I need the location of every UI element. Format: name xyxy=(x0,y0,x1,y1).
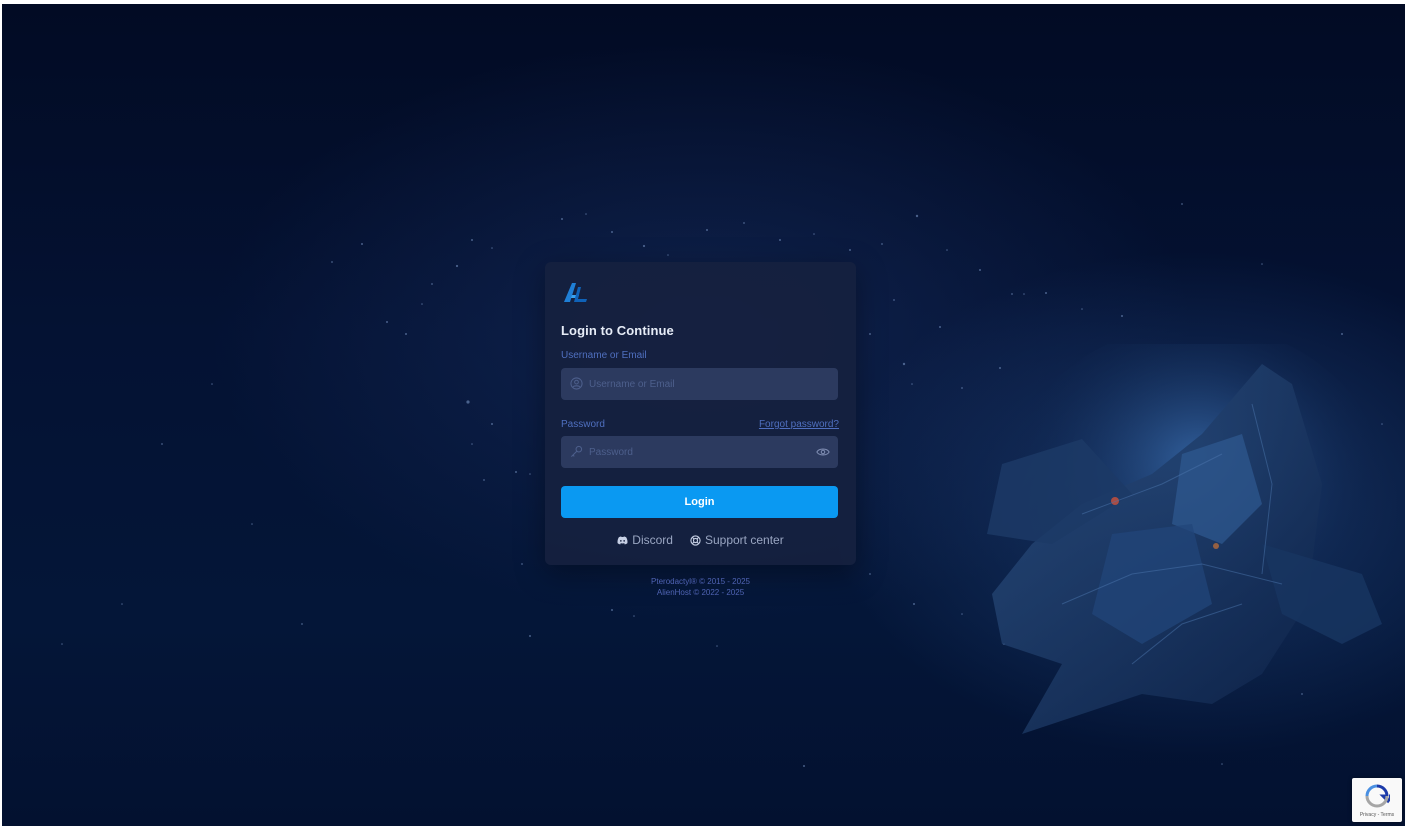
password-label: Password xyxy=(561,419,605,430)
discord-label: Discord xyxy=(632,533,673,547)
password-input[interactable] xyxy=(589,436,819,468)
lifebuoy-icon xyxy=(690,534,701,546)
key-icon xyxy=(571,445,583,457)
support-label: Support center xyxy=(704,533,784,547)
forgot-password-link[interactable]: Forgot password? xyxy=(759,419,839,430)
pterodactyl-copyright: Pterodactyl® © 2015 - 2025 xyxy=(651,577,750,586)
discord-icon xyxy=(617,535,628,544)
spaceship-illustration xyxy=(962,324,1392,744)
support-center-link[interactable]: Support center xyxy=(690,533,784,547)
username-field[interactable] xyxy=(561,368,838,400)
login-card: Login to Continue Username or Email Pass… xyxy=(545,262,856,565)
help-links: Discord Support center xyxy=(545,533,856,547)
username-label: Username or Email xyxy=(561,350,647,361)
recaptcha-badge[interactable]: Privacy - Terms xyxy=(1352,778,1402,822)
copyright-footer: Pterodactyl® © 2015 - 2025 AlienHost © 2… xyxy=(545,576,856,598)
eye-icon[interactable] xyxy=(816,446,830,458)
user-circle-icon xyxy=(570,377,583,390)
alienhost-logo xyxy=(564,283,587,302)
discord-link[interactable]: Discord xyxy=(617,533,673,547)
alienhost-copyright: AlienHost © 2022 - 2025 xyxy=(656,588,745,597)
recaptcha-logo xyxy=(1365,784,1390,808)
login-button[interactable]: Login xyxy=(561,486,838,518)
recaptcha-terms[interactable]: Privacy - Terms xyxy=(1352,812,1402,818)
password-field[interactable] xyxy=(561,436,838,468)
page-title: Login to Continue xyxy=(561,323,674,338)
username-input[interactable] xyxy=(589,368,819,400)
